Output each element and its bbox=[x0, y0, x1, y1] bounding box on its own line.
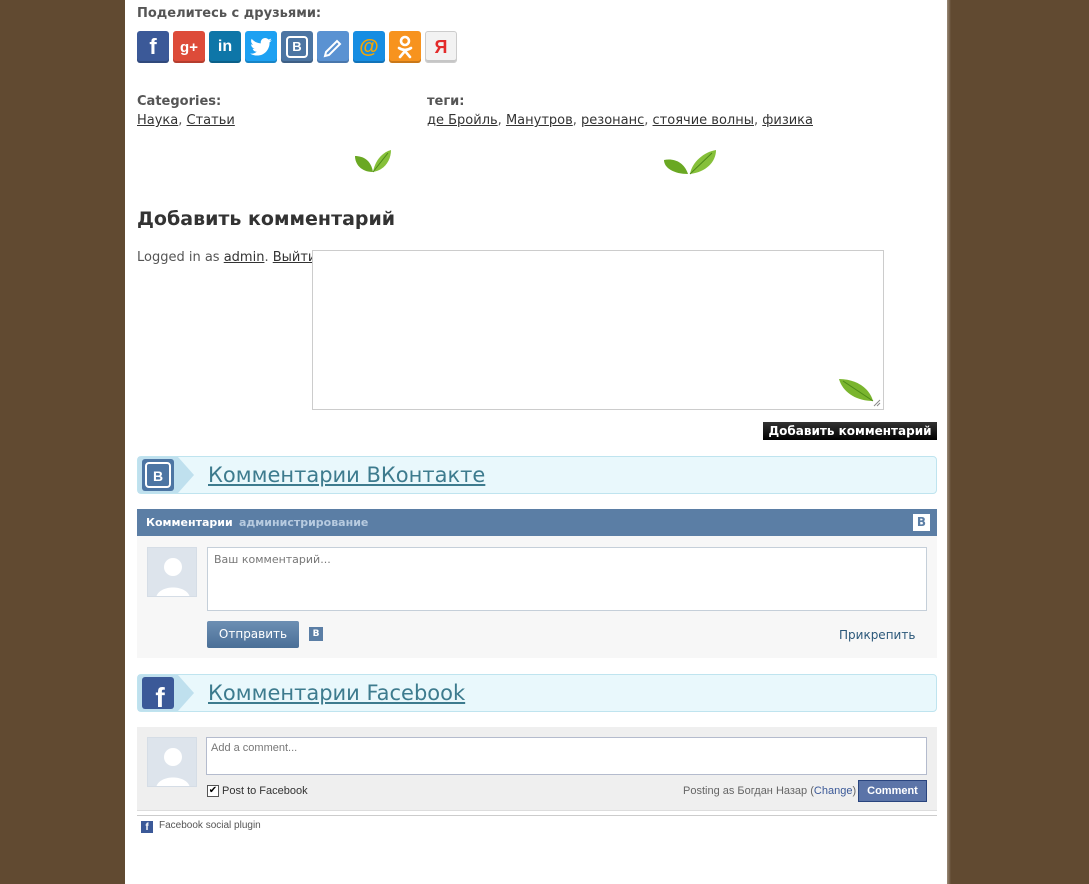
facebook-plugin-link[interactable]: Facebook social plugin bbox=[159, 820, 261, 831]
vk-comments-header: B Комментарии ВКонтакте bbox=[137, 456, 937, 494]
logged-in-status: Logged in as admin. Выйти bbox=[137, 250, 317, 265]
add-comment-button[interactable]: Добавить комментарий bbox=[763, 422, 937, 440]
tags-list: де Бройль, Манутров, резонанс, стоячие в… bbox=[427, 113, 813, 128]
share-vkontakte-button[interactable]: B bbox=[281, 31, 313, 63]
facebook-small-icon: f bbox=[141, 821, 153, 833]
vk-widget-header: Комментарии администрирование B bbox=[137, 509, 937, 536]
vk-comments-title[interactable]: Комментарии ВКонтакте bbox=[208, 463, 485, 487]
share-google-plus-button[interactable]: g+ bbox=[173, 31, 205, 63]
leaf-decoration-icon bbox=[355, 150, 391, 173]
add-comment-heading: Добавить комментарий bbox=[137, 208, 396, 230]
post-to-facebook-label: Post to Facebook bbox=[222, 785, 308, 797]
posting-as-text: Posting as Богдан Назар (Change) bbox=[683, 785, 857, 797]
vk-send-button[interactable]: Отправить bbox=[207, 621, 299, 648]
content-page: Поделитесь с друзьями: f g+ in B @ Я Cat… bbox=[125, 0, 947, 884]
categories-list: Наука, Статьи bbox=[137, 113, 235, 128]
tag-link[interactable]: Манутров bbox=[506, 113, 573, 128]
fb-comments-title[interactable]: Комментарии Facebook bbox=[208, 681, 465, 705]
vk-crosspost-icon[interactable]: B bbox=[309, 627, 323, 641]
vk-comment-input[interactable]: Ваш комментарий... bbox=[207, 547, 927, 611]
leaf-decoration-icon bbox=[664, 150, 716, 175]
share-linkedin-button[interactable]: in bbox=[209, 31, 241, 63]
linkedin-icon: in bbox=[217, 38, 233, 55]
logout-link[interactable]: Выйти bbox=[273, 250, 317, 265]
logged-in-prefix: Logged in as bbox=[137, 250, 220, 265]
share-title: Поделитесь с друзьями: bbox=[137, 6, 322, 21]
yandex-icon: Я bbox=[434, 36, 448, 57]
mail-ru-icon: @ bbox=[359, 35, 379, 58]
posting-as-name: Posting as Богдан Назар bbox=[683, 785, 808, 797]
fb-comment-input[interactable]: Add a comment... bbox=[206, 737, 927, 775]
default-avatar-icon bbox=[148, 548, 196, 596]
category-link[interactable]: Статьи bbox=[187, 113, 235, 128]
facebook-icon: f bbox=[149, 34, 157, 59]
share-facebook-button[interactable]: f bbox=[137, 31, 169, 63]
user-link[interactable]: admin bbox=[224, 250, 265, 265]
pencil-icon bbox=[323, 39, 342, 58]
divider bbox=[137, 815, 937, 816]
share-livejournal-button[interactable] bbox=[317, 31, 349, 63]
default-avatar-icon bbox=[148, 738, 196, 786]
vk-attach-link[interactable]: Прикрепить bbox=[839, 628, 915, 642]
tag-link[interactable]: стоячие волны bbox=[653, 113, 754, 128]
leaf-decoration-icon bbox=[839, 379, 874, 402]
categories-label: Categories: bbox=[137, 94, 222, 109]
category-link[interactable]: Наука bbox=[137, 113, 178, 128]
svg-text:f: f bbox=[155, 682, 165, 711]
tag-link[interactable]: физика bbox=[762, 113, 813, 128]
facebook-section-icon: f bbox=[138, 675, 194, 711]
share-twitter-button[interactable] bbox=[245, 31, 277, 63]
twitter-bird-icon bbox=[250, 38, 272, 56]
tag-link[interactable]: де Бройль bbox=[427, 113, 498, 128]
tag-link[interactable]: резонанс bbox=[581, 113, 644, 128]
share-odnoklassniki-button[interactable] bbox=[389, 31, 421, 63]
avatar bbox=[147, 737, 197, 787]
vkontakte-section-icon: B bbox=[138, 457, 194, 493]
fb-comment-button[interactable]: Comment bbox=[858, 780, 927, 802]
change-account-link[interactable]: Change bbox=[814, 785, 853, 797]
svg-text:B: B bbox=[153, 468, 163, 484]
page-shadow bbox=[947, 0, 951, 884]
avatar bbox=[147, 547, 197, 597]
share-buttons: f g+ in B @ Я bbox=[137, 31, 457, 63]
google-plus-icon: g+ bbox=[180, 38, 198, 56]
share-yandex-button[interactable]: Я bbox=[425, 31, 457, 63]
vk-tab-comments[interactable]: Комментарии bbox=[146, 516, 233, 529]
vk-comments-widget: Комментарии администрирование B Ваш комм… bbox=[137, 509, 937, 658]
fb-comments-header: f Комментарии Facebook bbox=[137, 674, 937, 712]
vk-logo-icon[interactable]: B bbox=[913, 514, 930, 531]
resize-handle-icon[interactable] bbox=[873, 399, 881, 407]
fb-comments-widget: Add a comment... ✔ Post to Facebook Post… bbox=[137, 727, 937, 811]
odnoklassniki-icon bbox=[397, 35, 413, 59]
vkontakte-icon: B bbox=[286, 36, 308, 58]
comment-textarea[interactable] bbox=[312, 250, 884, 410]
post-to-facebook-checkbox[interactable]: ✔ bbox=[207, 785, 219, 797]
tags-label: теги: bbox=[427, 94, 465, 109]
share-mail-ru-button[interactable]: @ bbox=[353, 31, 385, 63]
vk-tab-admin[interactable]: администрирование bbox=[239, 516, 368, 529]
